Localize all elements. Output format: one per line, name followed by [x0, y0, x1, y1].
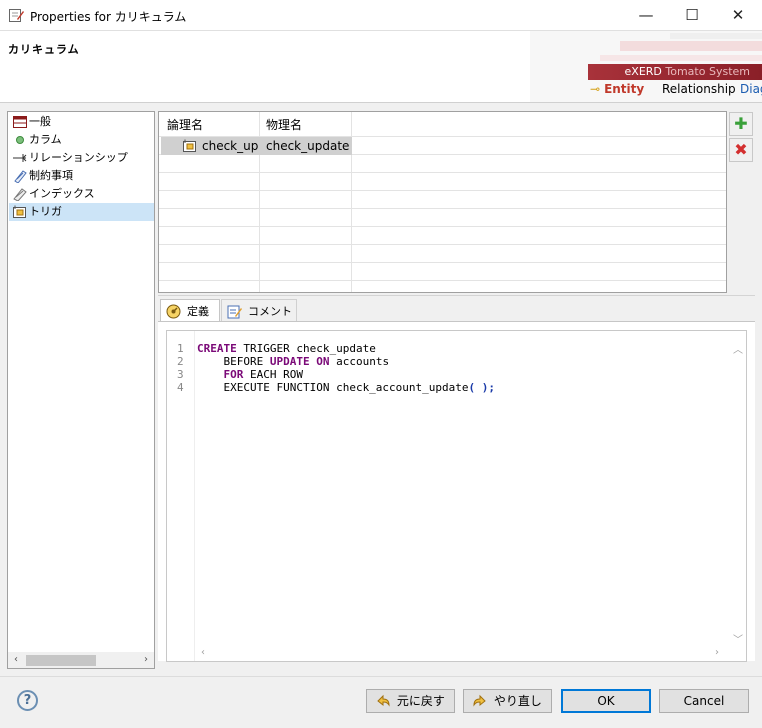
brand-logo: eXERD Tomato System	[588, 64, 762, 80]
sql-text: BEFORE	[197, 355, 270, 368]
scroll-right-icon[interactable]: ›	[138, 652, 154, 668]
line-number: 2	[177, 355, 184, 368]
trigger-icon	[13, 205, 26, 218]
line-number: 4	[177, 381, 184, 394]
delete-button[interactable]: ✖	[729, 138, 753, 162]
trigger-icon	[183, 139, 196, 152]
tab-content: 1 2 3 4 CREATE TRIGGER check_update BEFO…	[158, 321, 755, 662]
brand-subtitle: Tomato System	[665, 65, 750, 78]
minimize-button[interactable]: —	[623, 0, 669, 31]
line-number: 3	[177, 368, 184, 381]
add-button[interactable]: ✚	[729, 112, 753, 136]
maximize-button[interactable]: ☐	[669, 0, 715, 31]
window-title: Properties for カリキュラム	[30, 10, 187, 24]
tab-entity[interactable]: ⊸ Entity	[590, 82, 644, 96]
title-bar: Properties for カリキュラム — ☐ ✕	[0, 0, 762, 31]
tree-horizontal-scrollbar[interactable]: ‹ ›	[8, 652, 154, 668]
tree-item-columns[interactable]: カラム	[9, 131, 154, 149]
properties-icon	[9, 9, 24, 22]
scroll-right-icon[interactable]: ›	[715, 647, 719, 658]
sql-text: TRIGGER check_update	[236, 342, 376, 355]
index-icon	[13, 188, 27, 201]
dialog-header: カリキュラム eXERD Tomato System ⊸ Entity Relat…	[0, 31, 762, 103]
sql-editor[interactable]: 1 2 3 4 CREATE TRIGGER check_update BEFO…	[166, 330, 747, 662]
editor-horizontal-scrollbar[interactable]: ‹ ›	[195, 646, 731, 661]
sql-text: EXECUTE FUNCTION check_account_update	[197, 381, 469, 394]
scroll-left-icon[interactable]: ‹	[8, 652, 24, 668]
tree-item-indexes[interactable]: インデックス	[9, 185, 154, 203]
code-line: FOR EACH ROW	[197, 368, 303, 381]
sql-text: EACH ROW	[243, 368, 303, 381]
tree-item-general[interactable]: 一般	[9, 113, 154, 131]
line-number: 1	[177, 342, 184, 355]
sql-text: accounts	[329, 355, 390, 368]
constraint-icon	[14, 170, 27, 183]
column-header-physical[interactable]: 物理名	[266, 116, 302, 133]
category-tree: 一般 カラム リレーションシップ 制約事項 インデックス トリガ ‹ ›	[7, 111, 155, 669]
ok-button[interactable]: OK	[561, 689, 651, 713]
relationship-icon	[13, 154, 27, 162]
page-title: カリキュラム	[8, 43, 80, 56]
sql-bracket: ( );	[468, 381, 496, 394]
sql-keyword: CREATE	[197, 342, 237, 355]
tree-item-relationship[interactable]: リレーションシップ	[9, 149, 154, 167]
tree-item-constraints[interactable]: 制約事項	[9, 167, 154, 185]
trigger-table: 論理名 物理名 check_upd check_update	[158, 111, 727, 293]
code-line: EXECUTE FUNCTION check_account_update( )…	[197, 381, 495, 394]
tab-definition[interactable]: 定義	[160, 299, 220, 322]
column-icon	[16, 136, 24, 144]
editor-vertical-scrollbar[interactable]: ︿ ﹀	[729, 331, 746, 646]
dialog-footer: ? 元に戻す やり直し OK Cancel	[0, 676, 762, 728]
table-icon	[13, 116, 27, 128]
cell-logical-name[interactable]: check_upd	[202, 138, 259, 154]
tab-comment[interactable]: コメント	[221, 299, 297, 322]
tree-item-triggers[interactable]: トリガ	[9, 203, 154, 221]
cell-physical-name[interactable]: check_update	[266, 138, 351, 154]
scroll-left-icon[interactable]: ‹	[201, 647, 205, 658]
scroll-thumb[interactable]	[26, 655, 96, 666]
redo-arrow-icon	[473, 694, 486, 707]
redo-button[interactable]: やり直し	[463, 689, 552, 713]
key-icon: ⊸	[590, 82, 601, 96]
scroll-down-icon[interactable]: ﹀	[733, 631, 743, 646]
undo-arrow-icon	[377, 694, 390, 707]
revert-button[interactable]: 元に戻す	[366, 689, 455, 713]
scroll-up-icon[interactable]: ︿	[733, 341, 743, 356]
cancel-button[interactable]: Cancel	[659, 689, 749, 713]
tab-diagram[interactable]: Diag	[740, 82, 762, 96]
column-header-logical[interactable]: 論理名	[167, 116, 203, 133]
definition-icon	[166, 304, 181, 319]
tab-relationship[interactable]: Relationship	[662, 82, 736, 96]
sql-keyword: ON	[316, 355, 330, 368]
sql-keyword: FOR	[223, 368, 244, 381]
code-line: BEFORE UPDATE ON accounts	[197, 355, 389, 368]
sql-keyword: UPDATE	[269, 355, 310, 368]
line-number-gutter: 1 2 3 4	[167, 331, 195, 661]
brand-name: eXERD	[624, 65, 662, 78]
comment-edit-icon	[227, 305, 242, 319]
close-button[interactable]: ✕	[715, 0, 761, 31]
splitter[interactable]	[158, 295, 755, 296]
help-button[interactable]: ?	[17, 690, 38, 711]
code-line: CREATE TRIGGER check_update	[197, 342, 376, 355]
